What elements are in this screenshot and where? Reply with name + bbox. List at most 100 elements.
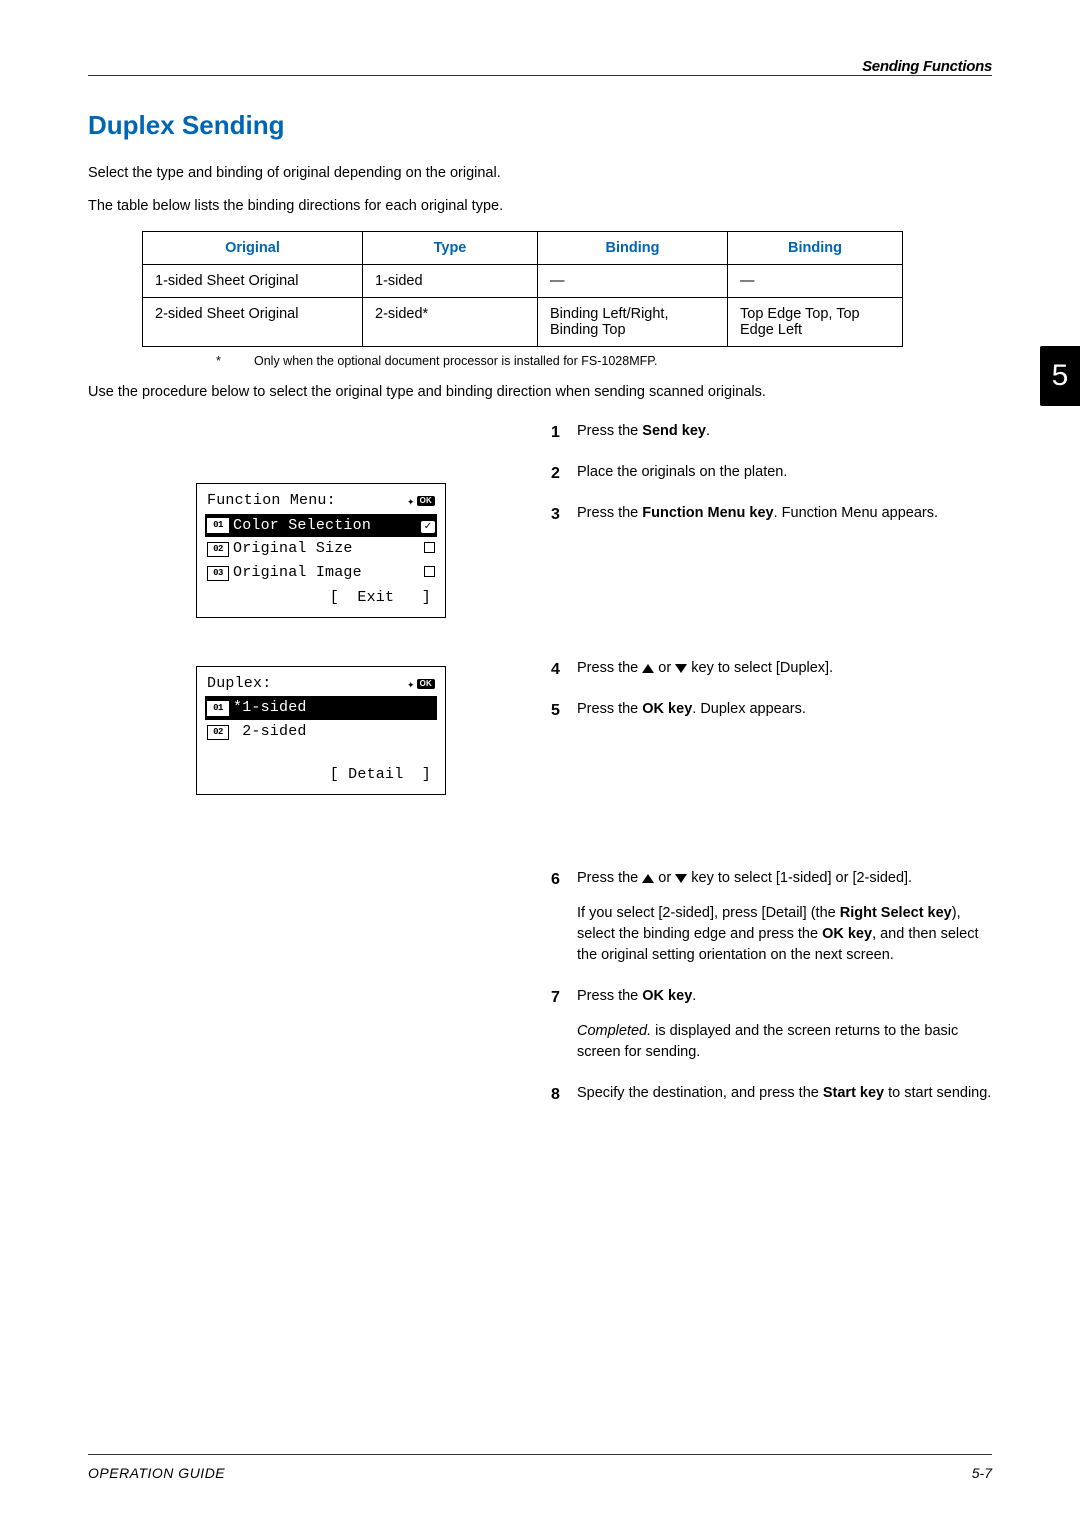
- lcd-item-label: Color Selection: [233, 515, 421, 537]
- key-name: Function Menu key: [642, 505, 773, 521]
- lcd-nav-ok: ✦ OK: [407, 495, 435, 507]
- down-arrow-icon: [675, 664, 687, 673]
- step-text: Press the: [577, 505, 642, 521]
- footer-page-number: 5-7: [972, 1465, 992, 1481]
- procedure-steps: Press the Send key. Place the originals …: [551, 421, 992, 1104]
- cell: —: [728, 265, 903, 298]
- step-6-sub: If you select [2-sided], press [Detail] …: [577, 903, 992, 966]
- step-text: key to select [Duplex].: [687, 660, 833, 676]
- step-text: to start sending.: [884, 1085, 991, 1101]
- step-2: Place the originals on the platen.: [551, 462, 992, 483]
- step-text: Press the: [577, 701, 642, 717]
- procedure-intro: Use the procedure below to select the or…: [88, 382, 992, 403]
- step-text: Specify the destination, and press the: [577, 1085, 823, 1101]
- step-text: Press the: [577, 423, 642, 439]
- header-rule: [88, 75, 992, 76]
- section-title: Duplex Sending: [88, 110, 992, 141]
- lcd-item-num: 02: [207, 725, 229, 740]
- step-4: Press the or key to select [Duplex].: [551, 658, 992, 679]
- step-1: Press the Send key.: [551, 421, 992, 442]
- nav-arrows-icon: ✦: [407, 496, 414, 508]
- lcd-item: 03 Original Image: [205, 561, 437, 585]
- lcd-duplex: Duplex: ✦ OK 01 *1-sided 02 2-sided [ De…: [196, 666, 446, 795]
- cell: —: [538, 265, 728, 298]
- check-icon: ✓: [421, 521, 435, 533]
- step-8: Specify the destination, and press the S…: [551, 1083, 992, 1104]
- th-binding-1: Binding: [538, 232, 728, 265]
- lcd-item: 01 Color Selection ✓: [205, 514, 437, 538]
- cell: 1-sided Sheet Original: [143, 265, 363, 298]
- lcd-softkey: [ Detail ]: [205, 762, 437, 786]
- lcd-item-num: 01: [207, 518, 229, 533]
- key-name: Send key: [642, 423, 706, 439]
- intro-paragraph-1: Select the type and binding of original …: [88, 163, 992, 184]
- step-text: or: [654, 870, 675, 886]
- step-7: Press the OK key. Completed. is displaye…: [551, 986, 992, 1063]
- lcd-item-label: *1-sided: [233, 697, 435, 719]
- lcd-item-label: Original Image: [233, 562, 424, 584]
- cell: 1-sided: [363, 265, 538, 298]
- cell: 2-sided*: [363, 298, 538, 347]
- step-text: key to select [1-sided] or [2-sided].: [687, 870, 912, 886]
- chapter-tab: 5: [1040, 346, 1080, 406]
- lcd-item: 01 *1-sided: [205, 696, 437, 720]
- th-original: Original: [143, 232, 363, 265]
- page-footer: OPERATION GUIDE 5-7: [88, 1465, 992, 1481]
- ok-icon: OK: [417, 496, 435, 506]
- square-icon: [424, 542, 435, 553]
- cell: 2-sided Sheet Original: [143, 298, 363, 347]
- table-row: 1-sided Sheet Original 1-sided — —: [143, 265, 903, 298]
- lcd-item-label: 2-sided: [233, 721, 435, 743]
- lcd-item-num: 01: [207, 701, 229, 716]
- th-type: Type: [363, 232, 538, 265]
- nav-arrows-icon: ✦: [407, 679, 414, 691]
- lcd-item-num: 02: [207, 542, 229, 557]
- step-7-sub: Completed. is displayed and the screen r…: [577, 1021, 992, 1063]
- step-5: Press the OK key. Duplex appears.: [551, 699, 992, 720]
- square-icon: [424, 566, 435, 577]
- footnote-star: *: [216, 353, 254, 370]
- step-text: If you select [2-sided], press [Detail] …: [577, 905, 840, 921]
- step-3: Press the Function Menu key. Function Me…: [551, 503, 992, 524]
- key-name: OK key: [642, 988, 692, 1004]
- table-row: 2-sided Sheet Original 2-sided* Binding …: [143, 298, 903, 347]
- key-name: Start key: [823, 1085, 884, 1101]
- footer-rule: [88, 1454, 992, 1455]
- header-section: Sending Functions: [862, 58, 992, 75]
- key-name: Right Select key: [840, 905, 952, 921]
- lcd-title: Function Menu:: [207, 490, 336, 512]
- status-text: Completed.: [577, 1023, 651, 1039]
- lcd-item: 02 Original Size: [205, 537, 437, 561]
- lcd-nav-ok: ✦ OK: [407, 678, 435, 690]
- step-text: Press the: [577, 660, 642, 676]
- footer-left: OPERATION GUIDE: [88, 1465, 225, 1481]
- step-text: .: [706, 423, 710, 439]
- intro-paragraph-2: The table below lists the binding direct…: [88, 196, 992, 217]
- page-header: Sending Functions: [88, 58, 992, 75]
- cell: Top Edge Top, Top Edge Left: [728, 298, 903, 347]
- step-text: Press the: [577, 988, 642, 1004]
- step-text: . Duplex appears.: [692, 701, 806, 717]
- th-binding-2: Binding: [728, 232, 903, 265]
- ok-icon: OK: [417, 679, 435, 689]
- step-6: Press the or key to select [1-sided] or …: [551, 868, 992, 966]
- up-arrow-icon: [642, 664, 654, 673]
- down-arrow-icon: [675, 874, 687, 883]
- lcd-softkey: [ Exit ]: [205, 585, 437, 609]
- cell: Binding Left/Right, Binding Top: [538, 298, 728, 347]
- step-text: . Function Menu appears.: [774, 505, 938, 521]
- footnote-text: Only when the optional document processo…: [254, 353, 657, 370]
- step-text: or: [654, 660, 675, 676]
- step-text: .: [692, 988, 696, 1004]
- lcd-title: Duplex:: [207, 673, 271, 695]
- step-text: Press the: [577, 870, 642, 886]
- key-name: OK key: [822, 926, 872, 942]
- up-arrow-icon: [642, 874, 654, 883]
- lcd-item: 02 2-sided: [205, 720, 437, 744]
- lcd-item-label: Original Size: [233, 538, 424, 560]
- lcd-function-menu: Function Menu: ✦ OK 01 Color Selection ✓…: [196, 483, 446, 618]
- key-name: OK key: [642, 701, 692, 717]
- binding-table: Original Type Binding Binding 1-sided Sh…: [142, 231, 903, 347]
- table-footnote: * Only when the optional document proces…: [216, 353, 992, 370]
- lcd-item-num: 03: [207, 566, 229, 581]
